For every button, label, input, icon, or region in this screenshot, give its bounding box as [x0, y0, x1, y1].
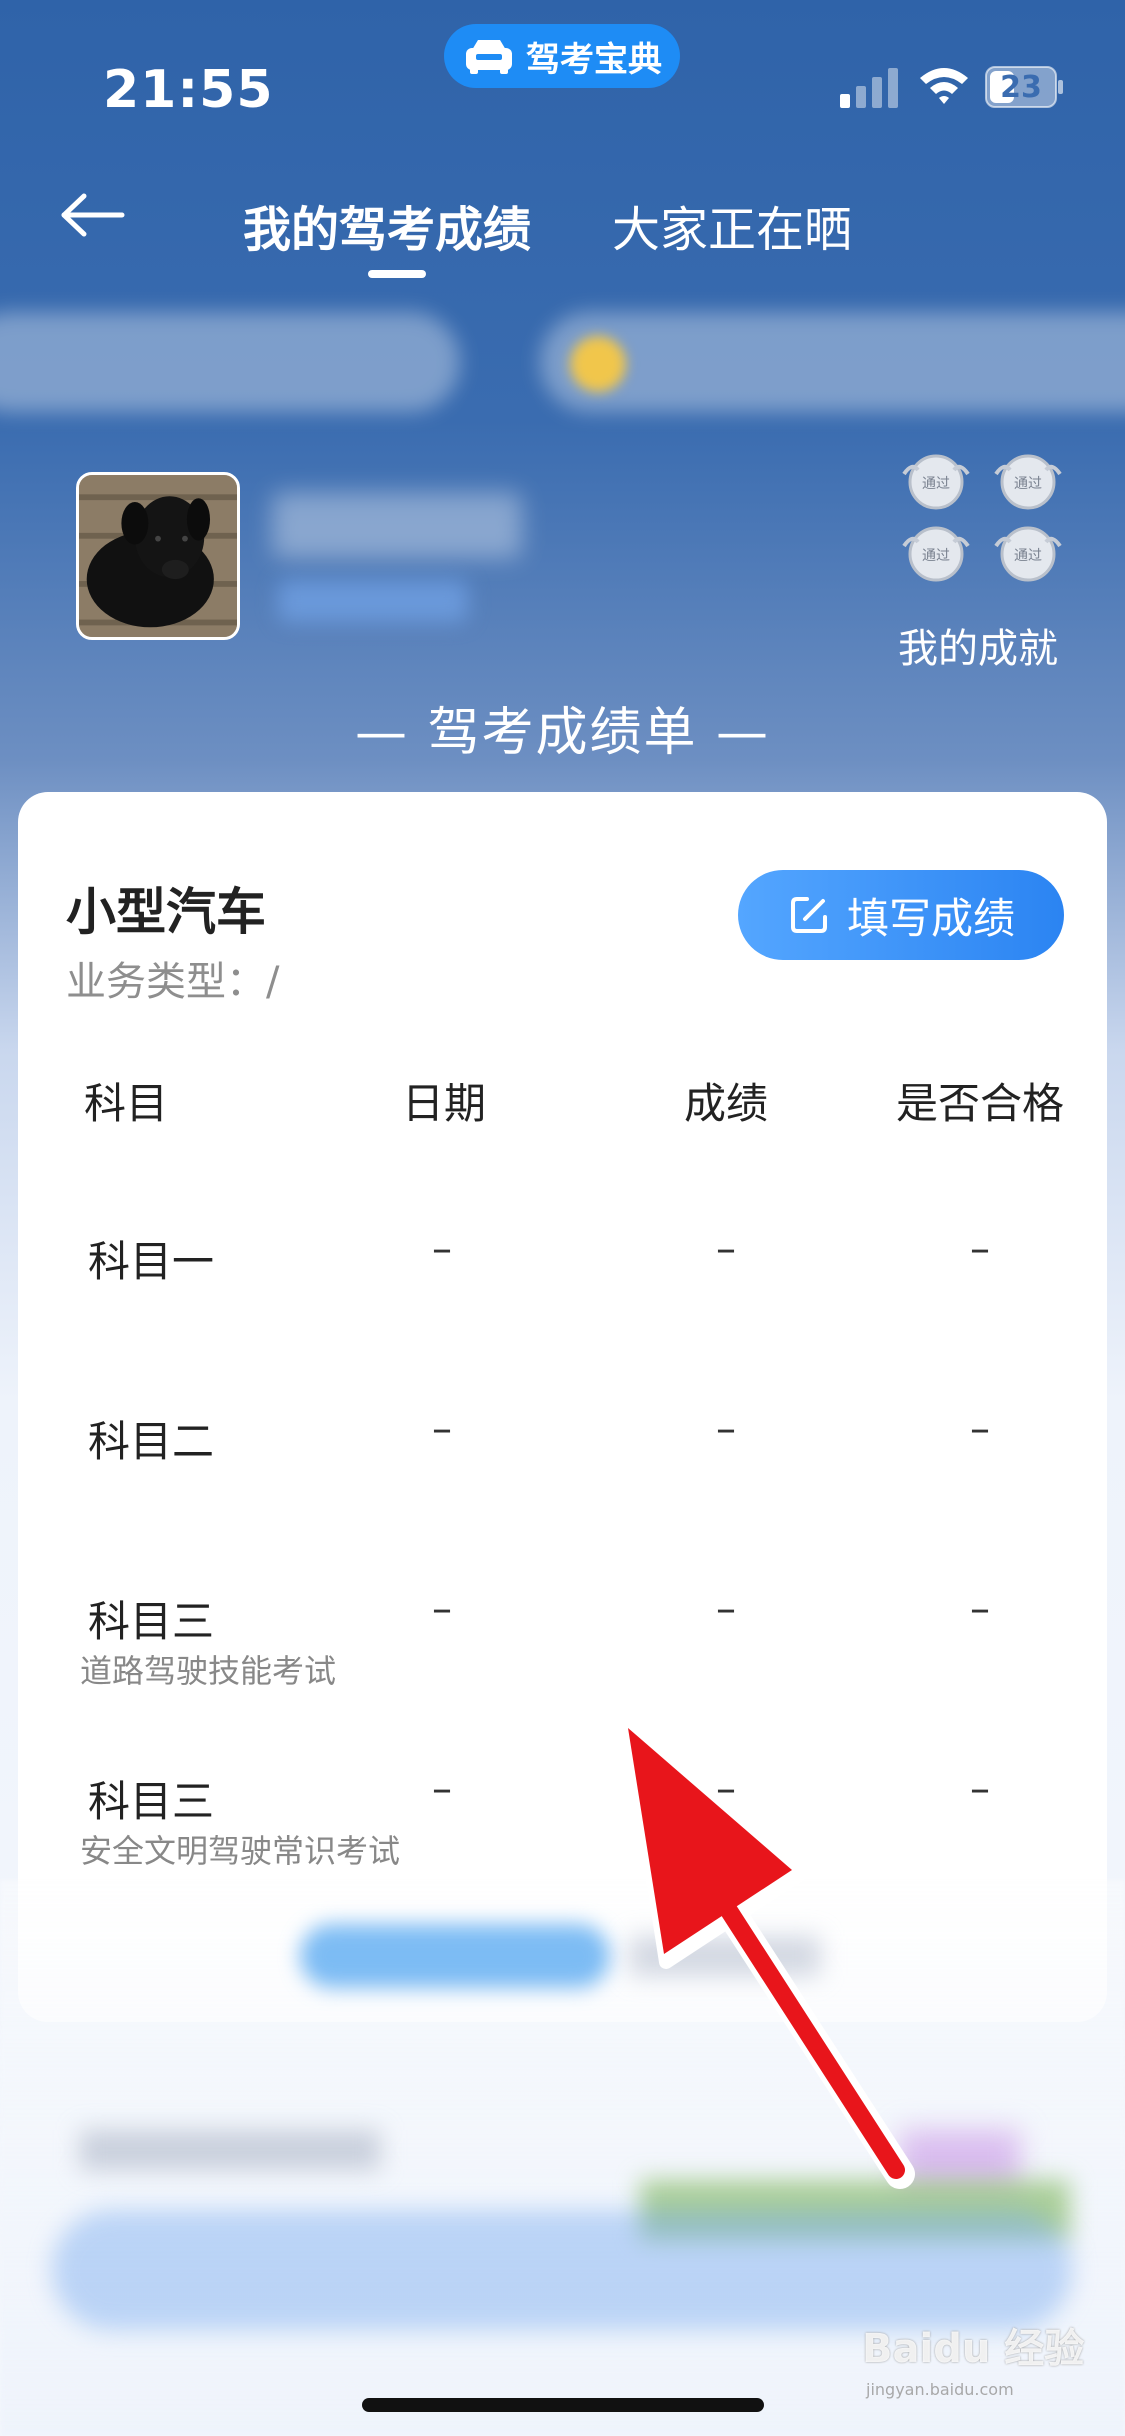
row-subject: 科目三	[88, 1777, 215, 1826]
tab-active-indicator	[368, 270, 426, 278]
user-info-blurred	[278, 580, 468, 622]
business-type: 业务类型：/	[66, 959, 280, 1005]
back-arrow-icon[interactable]	[60, 190, 130, 240]
badge-text: 通过	[1014, 476, 1042, 492]
report-title: — 驾考成绩单 —	[354, 703, 771, 763]
row-subject: 科目一	[88, 1237, 215, 1286]
red-pointer-arrow-icon	[623, 1723, 915, 2189]
badge-text: 通过	[1014, 548, 1042, 564]
blurred-banner-right	[540, 312, 1125, 412]
badge-text: 通过	[922, 548, 950, 564]
row-date: –	[432, 1406, 452, 1452]
wifi-icon	[920, 68, 968, 104]
row-subject: 科目三	[88, 1597, 215, 1646]
avatar[interactable]	[76, 472, 240, 640]
app-pill[interactable]: 驾考宝典	[444, 24, 680, 88]
blurred-bottom-button[interactable]	[52, 2210, 1072, 2330]
badge-text: 通过	[922, 476, 950, 492]
header-subject: 科目	[84, 1079, 169, 1128]
fill-score-button[interactable]: 填写成绩	[738, 870, 1064, 960]
row-date: –	[432, 1226, 452, 1272]
score-card: 小型汽车 业务类型：/ 填写成绩 科目 日期 成绩 是否合格 科目一 – – –…	[18, 792, 1107, 2022]
tab-my-scores[interactable]: 我的驾考成绩	[243, 190, 531, 260]
row-date: –	[432, 1586, 452, 1632]
row-passed: –	[970, 1766, 990, 1812]
car-type-title: 小型汽车	[66, 883, 266, 941]
header-date: 日期	[402, 1079, 487, 1128]
row-score: –	[716, 1226, 736, 1272]
row-date: –	[432, 1766, 452, 1812]
header-passed: 是否合格	[896, 1079, 1065, 1128]
achievement-badges-icon[interactable]: 通过 通过 通过 通过	[898, 452, 1066, 592]
blurred-banner-left	[0, 312, 460, 412]
username-blurred	[272, 492, 522, 558]
app-name: 驾考宝典	[526, 39, 662, 80]
row-passed: –	[970, 1586, 990, 1632]
edit-icon	[790, 897, 827, 933]
battery-icon: 23	[985, 66, 1065, 108]
watermark: Baidu 经验	[862, 2326, 1085, 2372]
status-time: 21:55	[103, 60, 274, 120]
watermark-url: jingyan.baidu.com	[866, 2380, 1014, 2399]
home-indicator[interactable]	[362, 2398, 764, 2412]
row-score: –	[716, 1406, 736, 1452]
fill-score-label: 填写成绩	[846, 893, 1015, 943]
signal-icon	[840, 68, 898, 108]
car-icon	[466, 40, 512, 74]
blurred-pill	[300, 1924, 610, 1988]
blurred-line	[80, 2130, 380, 2170]
battery-level: 23	[1000, 70, 1042, 105]
row-passed: –	[970, 1226, 990, 1272]
row-subject: 科目二	[88, 1417, 215, 1466]
row-passed: –	[970, 1406, 990, 1452]
row-score: –	[716, 1586, 736, 1632]
tab-everyone-sharing[interactable]: 大家正在晒	[612, 190, 852, 260]
header-score: 成绩	[684, 1079, 769, 1128]
blurred-banner-icon	[570, 336, 626, 392]
my-achievements-link[interactable]: 我的成就	[898, 616, 1058, 674]
row-subject-note: 安全文明驾驶常识考试	[80, 1832, 401, 1870]
row-subject-note: 道路驾驶技能考试	[80, 1652, 337, 1690]
